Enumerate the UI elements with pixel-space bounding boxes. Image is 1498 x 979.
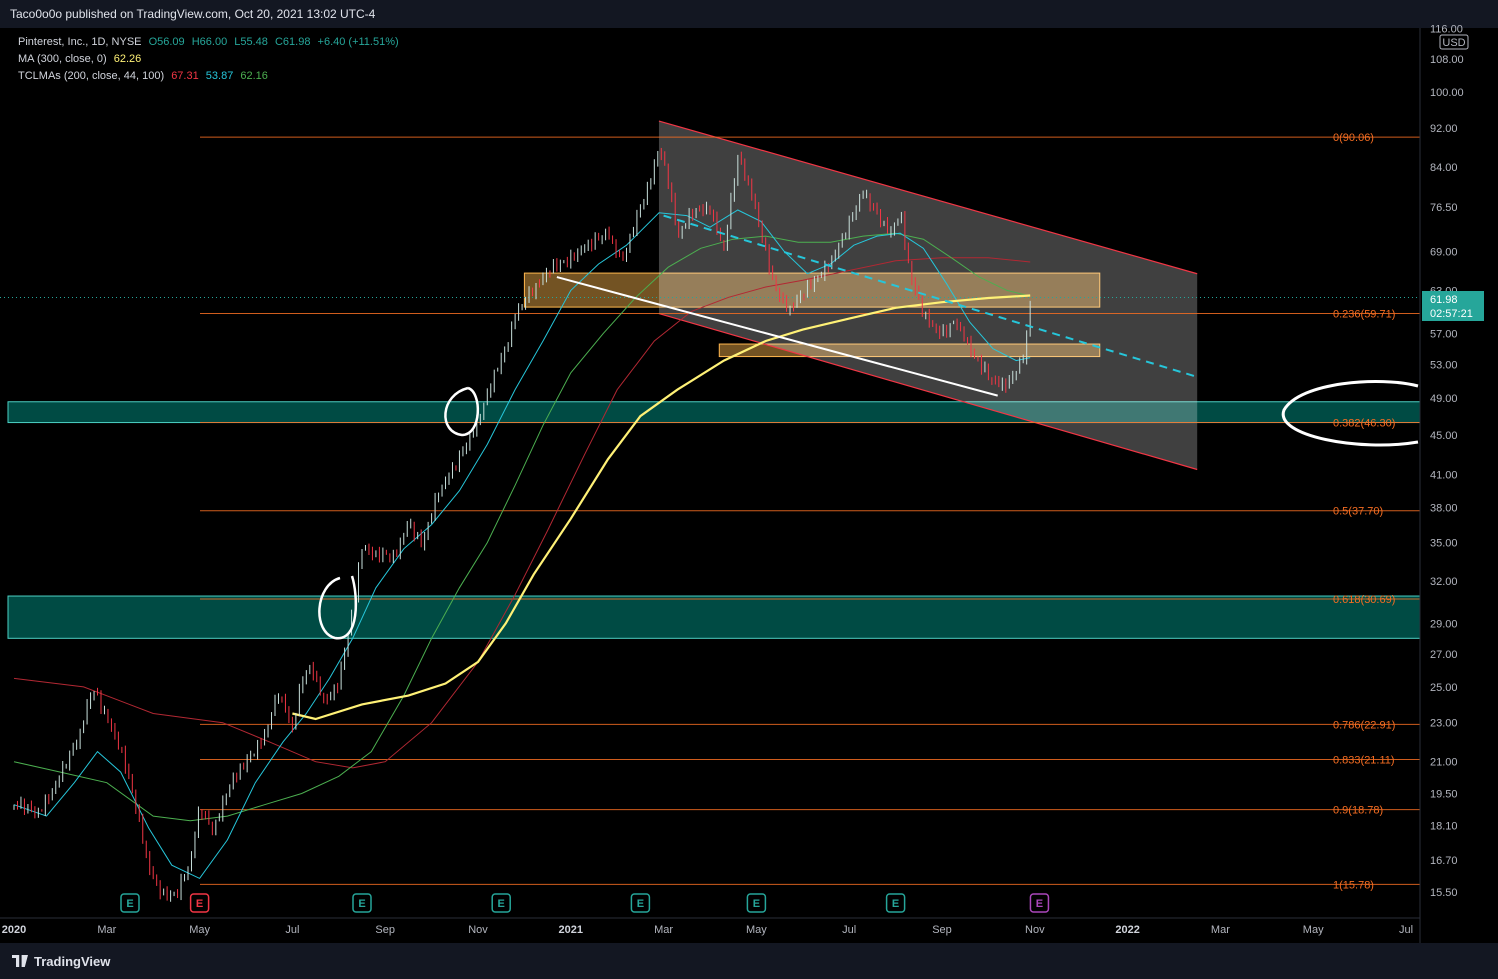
time-tick-6: 2021 bbox=[559, 924, 583, 936]
legend-tcl-row: TCLMAs (200, close, 44, 100) 67.31 53.87… bbox=[18, 70, 272, 82]
time-tick-1: Mar bbox=[97, 924, 116, 936]
time-tick-11: Nov bbox=[1025, 924, 1045, 936]
legend-ma-row: MA (300, close, 0) 62.26 bbox=[18, 53, 145, 65]
time-tick-14: May bbox=[1303, 924, 1324, 936]
earnings-label-4: E bbox=[637, 898, 644, 910]
price-tick-20: 21.00 bbox=[1430, 757, 1458, 769]
teal-zone-0 bbox=[7, 401, 1421, 424]
price-tick-11: 45.00 bbox=[1430, 430, 1458, 442]
legend-close: C61.98 bbox=[274, 36, 311, 48]
price-tick-23: 16.70 bbox=[1430, 855, 1458, 867]
price-tick-14: 35.00 bbox=[1430, 538, 1458, 550]
tradingview-logo[interactable]: TradingView bbox=[12, 954, 110, 969]
price-tick-24: 15.50 bbox=[1430, 887, 1458, 899]
legend-high: H66.00 bbox=[191, 36, 228, 48]
time-tick-3: Jul bbox=[285, 924, 299, 936]
fib-label-6: 0.833(21.11) bbox=[1333, 754, 1395, 766]
price-tick-22: 18.10 bbox=[1430, 820, 1458, 832]
price-tick-6: 69.00 bbox=[1430, 246, 1458, 258]
earnings-label-5: E bbox=[753, 898, 760, 910]
time-tick-10: Sep bbox=[932, 924, 952, 936]
earnings-label-2: E bbox=[358, 898, 365, 910]
price-tick-15: 32.00 bbox=[1430, 576, 1458, 588]
legend-symbol[interactable]: Pinterest, Inc., 1D, NYSE bbox=[18, 36, 142, 48]
fib-label-1: 0.236(59.71) bbox=[1333, 308, 1395, 320]
footer-bar bbox=[0, 943, 1498, 979]
legend-open: O56.09 bbox=[148, 36, 185, 48]
time-tick-0: 2020 bbox=[2, 924, 26, 936]
price-chart[interactable]: 0(90.06) 0.236(59.71) 0.382(46.30) 0.5(37.7… bbox=[0, 0, 1498, 979]
price-tick-10: 49.00 bbox=[1430, 393, 1458, 405]
fib-label-2: 0.382(46.30) bbox=[1333, 418, 1395, 430]
legend-tcl-v3: 62.16 bbox=[240, 70, 268, 82]
price-tick-3: 92.00 bbox=[1430, 123, 1458, 135]
fib-label-0: 0(90.06) bbox=[1333, 132, 1374, 144]
time-tick-13: Mar bbox=[1211, 924, 1230, 936]
price-tick-2: 100.00 bbox=[1430, 87, 1464, 99]
price-tick-21: 19.50 bbox=[1430, 789, 1458, 801]
earnings-label-1: E bbox=[196, 898, 203, 910]
currency-badge[interactable]: USD bbox=[1439, 34, 1469, 50]
price-tick-8: 57.00 bbox=[1430, 328, 1458, 340]
price-axis[interactable]: 116.00108.00100.0092.0084.0076.5069.0063… bbox=[1430, 24, 1464, 899]
last-price-tag: 61.98 02:57:21 bbox=[1422, 291, 1484, 321]
fib-label-4: 0.618(30.69) bbox=[1333, 594, 1395, 606]
price-tick-18: 25.00 bbox=[1430, 682, 1458, 694]
legend-tcl-label[interactable]: TCLMAs (200, close, 44, 100) bbox=[18, 70, 164, 82]
legend-low: L55.48 bbox=[234, 36, 268, 48]
legend-tcl-v2: 53.87 bbox=[205, 70, 234, 82]
countdown-value: 02:57:21 bbox=[1430, 308, 1473, 320]
legend-symbol-row: Pinterest, Inc., 1D, NYSE O56.09 H66.00 … bbox=[18, 36, 403, 48]
fib-label-8: 1(15.78) bbox=[1333, 879, 1374, 891]
legend-ma-label[interactable]: MA (300, close, 0) bbox=[18, 53, 107, 65]
last-price-value: 61.98 bbox=[1430, 294, 1458, 306]
price-tick-12: 41.00 bbox=[1430, 470, 1458, 482]
time-tick-8: May bbox=[746, 924, 767, 936]
price-tick-0: 116.00 bbox=[1430, 24, 1463, 36]
legend-ma-value: 62.26 bbox=[113, 53, 142, 65]
price-tick-9: 53.00 bbox=[1430, 360, 1458, 372]
time-tick-15: Jul bbox=[1399, 924, 1413, 936]
price-tick-13: 38.00 bbox=[1430, 502, 1458, 514]
legend-change: +6.40 (+11.51%) bbox=[317, 36, 399, 48]
fib-label-7: 0.9(18.78) bbox=[1333, 805, 1383, 817]
earnings-label-3: E bbox=[498, 898, 505, 910]
currency-label: USD bbox=[1442, 37, 1465, 49]
earnings-label-0: E bbox=[126, 898, 133, 910]
time-tick-2: May bbox=[189, 924, 210, 936]
teal-zone-1 bbox=[7, 595, 1421, 639]
fib-label-3: 0.5(37.70) bbox=[1333, 506, 1383, 518]
price-tick-5: 76.50 bbox=[1430, 202, 1458, 214]
price-tick-4: 84.00 bbox=[1430, 162, 1458, 174]
tradingview-logo-icon bbox=[12, 955, 28, 967]
time-tick-12: 2022 bbox=[1115, 924, 1139, 936]
legend-tcl-v1: 67.31 bbox=[171, 70, 199, 82]
earnings-label-7: E bbox=[1036, 898, 1043, 910]
price-tick-17: 27.00 bbox=[1430, 649, 1458, 661]
time-tick-7: Mar bbox=[654, 924, 673, 936]
price-tick-16: 29.00 bbox=[1430, 618, 1458, 630]
time-tick-9: Jul bbox=[842, 924, 856, 936]
tradingview-brand: TradingView bbox=[34, 954, 111, 969]
price-tick-1: 108.00 bbox=[1430, 54, 1464, 66]
earnings-label-6: E bbox=[892, 898, 899, 910]
time-tick-4: Sep bbox=[375, 924, 395, 936]
fib-label-5: 0.786(22.91) bbox=[1333, 719, 1395, 731]
price-tick-19: 23.00 bbox=[1430, 718, 1458, 730]
time-tick-5: Nov bbox=[468, 924, 488, 936]
